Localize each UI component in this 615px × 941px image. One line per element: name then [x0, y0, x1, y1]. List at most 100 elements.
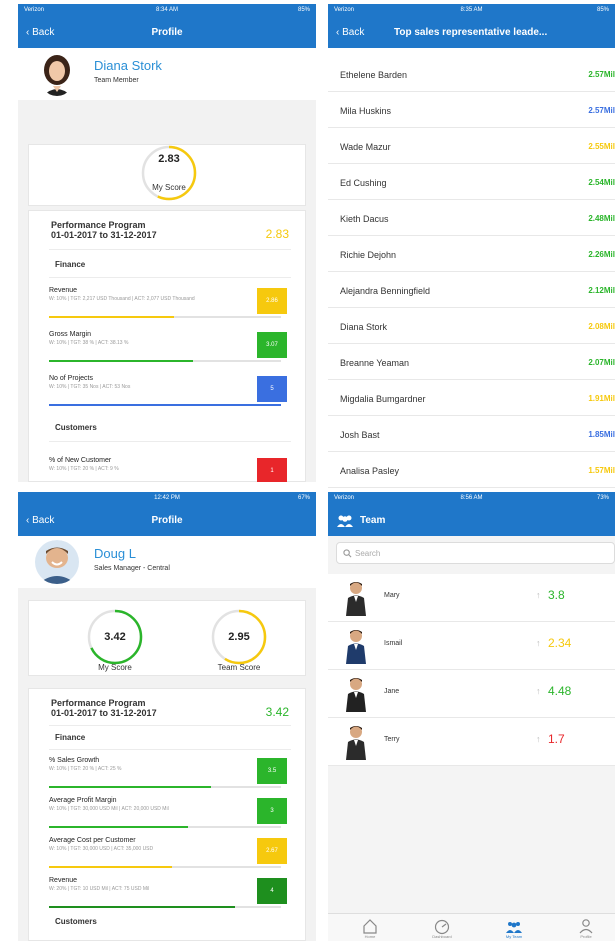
- search-input[interactable]: [355, 547, 595, 560]
- leader-name: Richie Dejohn: [340, 250, 397, 260]
- back-button[interactable]: ‹ Back: [336, 27, 364, 38]
- status-bar: 12:42 PM 67%: [18, 492, 316, 506]
- performance-program-label: Performance Program: [51, 220, 146, 230]
- leader-name: Migdalia Bumgardner: [340, 394, 426, 404]
- finance-heading: Finance: [55, 260, 86, 269]
- kpi-score-badge[interactable]: 3.5: [257, 758, 287, 784]
- member-name: Terry: [384, 736, 400, 743]
- leader-value: 2.57Mil: [588, 70, 615, 79]
- team-icon: [506, 922, 522, 933]
- performance-card: Performance Program 01-01-2017 to 31-12-…: [28, 688, 306, 941]
- divider: [49, 277, 291, 278]
- leader-name: Alejandra Benningfield: [340, 286, 431, 296]
- leader-name: Breanne Yeaman: [340, 358, 410, 368]
- team-member-row[interactable]: Terry ↑ 1.7: [328, 718, 615, 766]
- profile-name: Diana Stork: [94, 58, 162, 73]
- kpi-name: % of New Customer: [49, 457, 112, 464]
- leaderboard-row[interactable]: Ethelene Barden 2.57Mil: [328, 56, 615, 92]
- leader-value: 2.12Mil: [588, 286, 615, 295]
- tab-dashboard[interactable]: Dashboard: [412, 914, 472, 941]
- member-name: Ismail: [384, 640, 403, 647]
- my-score-value: 2.83: [158, 153, 180, 165]
- tab-my-team[interactable]: My Team: [484, 914, 544, 941]
- performance-card: Performance Program 01-01-2017 to 31-12-…: [28, 210, 306, 482]
- trend-up-icon: ↑: [536, 638, 541, 648]
- performance-dates: 01-01-2017 to 31-12-2017: [51, 230, 157, 240]
- leaderboard-row[interactable]: Alejandra Benningfield 2.12Mil: [328, 272, 615, 308]
- kpi-score-badge[interactable]: 1: [257, 458, 287, 482]
- kpi-detail: W: 10% | TGT: 2,217 USD Thousand | ACT: …: [49, 296, 195, 302]
- leaderboard-row[interactable]: Richie Dejohn 2.26Mil: [328, 236, 615, 272]
- kpi-progress-track: [49, 786, 281, 788]
- leaderboard-row[interactable]: Wade Mazur 2.55Mil: [328, 128, 615, 164]
- kpi-name: Gross Margin: [49, 331, 92, 338]
- battery-label: 67%: [297, 495, 310, 501]
- leaderboard-row[interactable]: Breanne Yeaman 2.07Mil: [328, 344, 615, 380]
- avatar: [38, 52, 76, 96]
- kpi-progress-fill: [49, 786, 212, 788]
- leaderboard-row[interactable]: Kieth Dacus 2.48Mil: [328, 200, 615, 236]
- kpi-detail: W: 10% | TGT: 30,000 USD Mil | ACT: 20,0…: [49, 806, 169, 812]
- nav-bar: ‹ Back Profile: [18, 18, 316, 48]
- team-icon: [337, 515, 353, 527]
- leaderboard-row[interactable]: Mila Huskins 2.57Mil: [328, 92, 615, 128]
- leader-value: 2.08Mil: [588, 322, 615, 331]
- score-card: 3.42 My Score 2.95 Team Score: [28, 600, 306, 676]
- leaderboard-row[interactable]: Analisa Pasley 1.57Mil: [328, 452, 615, 488]
- performance-dates: 01-01-2017 to 31-12-2017: [51, 708, 157, 718]
- clock-label: 8:56 AM: [460, 495, 483, 501]
- performance-program-label: Performance Program: [51, 698, 146, 708]
- leaderboard-row[interactable]: Josh Bast 1.85Mil: [328, 416, 615, 452]
- divider: [49, 249, 291, 250]
- member-name: Mary: [384, 592, 400, 599]
- performance-score: 3.42: [265, 705, 289, 719]
- kpi-progress-track: [49, 826, 281, 828]
- status-bar: Verizon 8:34 AM 85%: [18, 4, 316, 18]
- status-bar: Verizon 8:35 AM 85%: [328, 4, 615, 18]
- kpi-score-badge[interactable]: 4: [257, 878, 287, 904]
- back-label: Back: [342, 27, 365, 38]
- kpi-score-badge[interactable]: 3: [257, 798, 287, 824]
- leaderboard-row[interactable]: Ed Cushing 2.54Mil: [328, 164, 615, 200]
- divider: [49, 441, 291, 442]
- performance-title: Performance Program 01-01-2017 to 31-12-…: [51, 220, 157, 240]
- kpi-progress-track: [49, 906, 281, 908]
- team-member-row[interactable]: Ismail ↑ 2.34: [328, 622, 615, 670]
- kpi-progress-fill: [49, 826, 189, 828]
- kpi-progress-fill: [49, 360, 193, 362]
- member-score: 4.48: [548, 684, 572, 698]
- kpi-progress-track: [49, 866, 281, 868]
- team-score-label: Team Score: [217, 663, 261, 672]
- team-member-row[interactable]: Jane ↑ 4.48: [328, 670, 615, 718]
- kpi-score-badge[interactable]: 2.67: [257, 838, 287, 864]
- kpi-score-badge[interactable]: 2.86: [257, 288, 287, 314]
- tab-profile[interactable]: Profile: [556, 914, 615, 941]
- avatar: [34, 540, 80, 584]
- member-avatar: [344, 676, 368, 712]
- my-score-label: My Score: [152, 183, 186, 192]
- tab-label: Dashboard: [432, 934, 452, 939]
- performance-title: Performance Program 01-01-2017 to 31-12-…: [51, 698, 157, 718]
- leader-value: 2.07Mil: [588, 358, 615, 367]
- leader-value: 2.54Mil: [588, 178, 615, 187]
- member-score: 1.7: [548, 732, 565, 746]
- team-score-value: 2.95: [228, 631, 250, 643]
- score-card: 2.83 My Score: [28, 144, 306, 206]
- my-score-value: 3.42: [104, 631, 126, 643]
- divider: [49, 749, 291, 750]
- kpi-name: Average Cost per Customer: [49, 837, 136, 844]
- leader-value: 2.55Mil: [588, 142, 615, 151]
- customers-heading: Customers: [55, 917, 97, 926]
- leaderboard-row[interactable]: Migdalia Bumgardner 1.91Mil: [328, 380, 615, 416]
- team-member-row[interactable]: Mary ↑ 3.8: [328, 574, 615, 622]
- tab-home[interactable]: Home: [340, 914, 400, 941]
- person-icon: [346, 630, 366, 664]
- kpi-score-badge[interactable]: 3.07: [257, 332, 287, 358]
- profile-name: Doug L: [94, 546, 136, 561]
- leaderboard-row[interactable]: Diana Stork 2.08Mil: [328, 308, 615, 344]
- kpi-progress-fill: [49, 316, 175, 318]
- search-box[interactable]: [336, 542, 615, 564]
- kpi-detail: W: 10% | TGT: 35 Nos | ACT: 53 Nos: [49, 384, 131, 390]
- finance-heading: Finance: [55, 733, 86, 742]
- kpi-score-badge[interactable]: 5: [257, 376, 287, 402]
